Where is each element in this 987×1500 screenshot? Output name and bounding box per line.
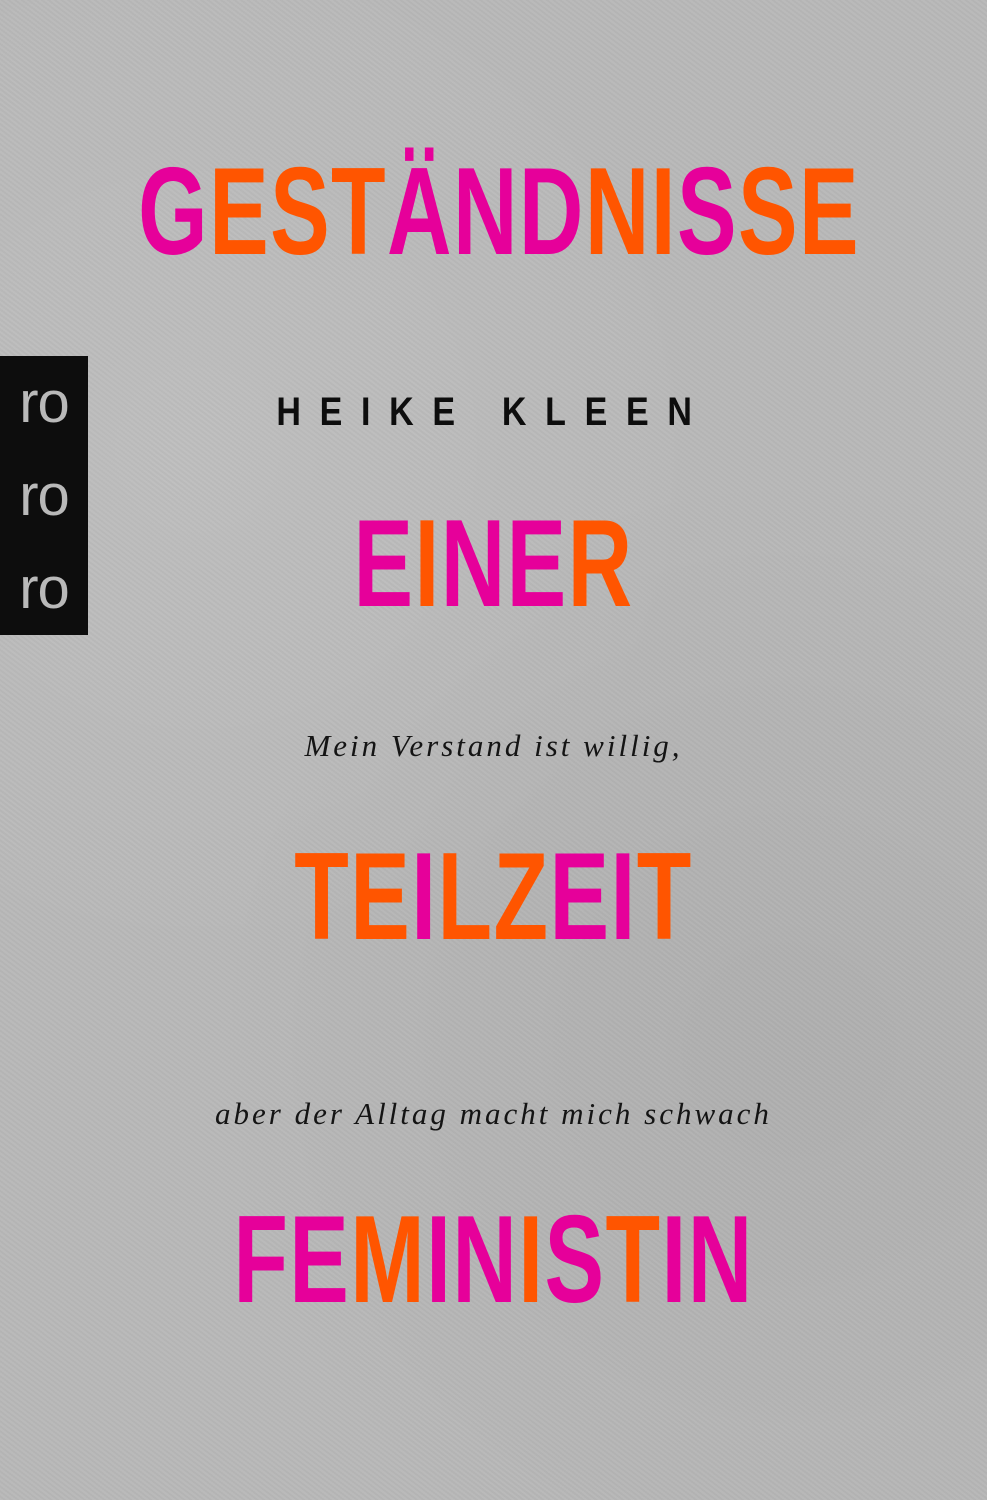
title-letter: Z [493, 828, 550, 966]
subtitle-line-1: Mein Verstand ist willig, [304, 728, 683, 763]
title-letter: I [610, 828, 637, 966]
title-letter: I [661, 1191, 688, 1329]
title-letter: E [350, 828, 412, 966]
title-letter: S [270, 143, 332, 281]
title-letter: E [506, 495, 568, 633]
title-letter: N [452, 1191, 519, 1329]
title-letter: N [687, 1191, 754, 1329]
title-letter: I [411, 828, 438, 966]
title-letter: R [567, 495, 634, 633]
title-letter: T [294, 828, 351, 966]
title-letter: T [605, 1191, 662, 1329]
title-letter: Ä [387, 143, 453, 281]
book-cover: GESTÄNDNISSE HEIKE KLEEN ro ro ro EINER … [0, 0, 987, 1500]
title-letter: D [518, 143, 585, 281]
title-letter: N [584, 143, 651, 281]
title-letter: N [452, 143, 519, 281]
title-letter: I [650, 143, 677, 281]
title-letter: L [437, 828, 494, 966]
logo-part: ro [19, 370, 70, 435]
title-letter: I [426, 1191, 453, 1329]
title-letter: F [233, 1191, 290, 1329]
title-letter: I [414, 495, 441, 633]
title-letter: S [544, 1191, 606, 1329]
title-letter: G [138, 143, 210, 281]
logo-part: ro [19, 556, 70, 621]
author-name: HEIKE KLEEN [276, 390, 711, 434]
title-letter: N [440, 495, 507, 633]
title-letter: S [676, 143, 738, 281]
title-letter: E [353, 495, 415, 633]
title-letter: T [331, 143, 388, 281]
title-letter: E [798, 143, 860, 281]
title-letter: T [636, 828, 693, 966]
title-line-1: GESTÄNDNISSE [138, 150, 858, 274]
title-letter: M [350, 1191, 427, 1329]
subtitle-line-2: aber der Alltag macht mich schwach [215, 1096, 772, 1131]
title-letter: E [209, 143, 271, 281]
publisher-logo: ro ro ro [0, 356, 88, 635]
title-line-3: TEILZEIT [138, 835, 849, 959]
logo-part: ro [19, 463, 70, 528]
title-letter: I [518, 1191, 545, 1329]
title-line-2: EINER [138, 502, 849, 626]
title-letter: S [737, 143, 799, 281]
title-letter: E [289, 1191, 351, 1329]
title-line-4: FEMINISTIN [138, 1198, 849, 1322]
title-letter: E [549, 828, 611, 966]
